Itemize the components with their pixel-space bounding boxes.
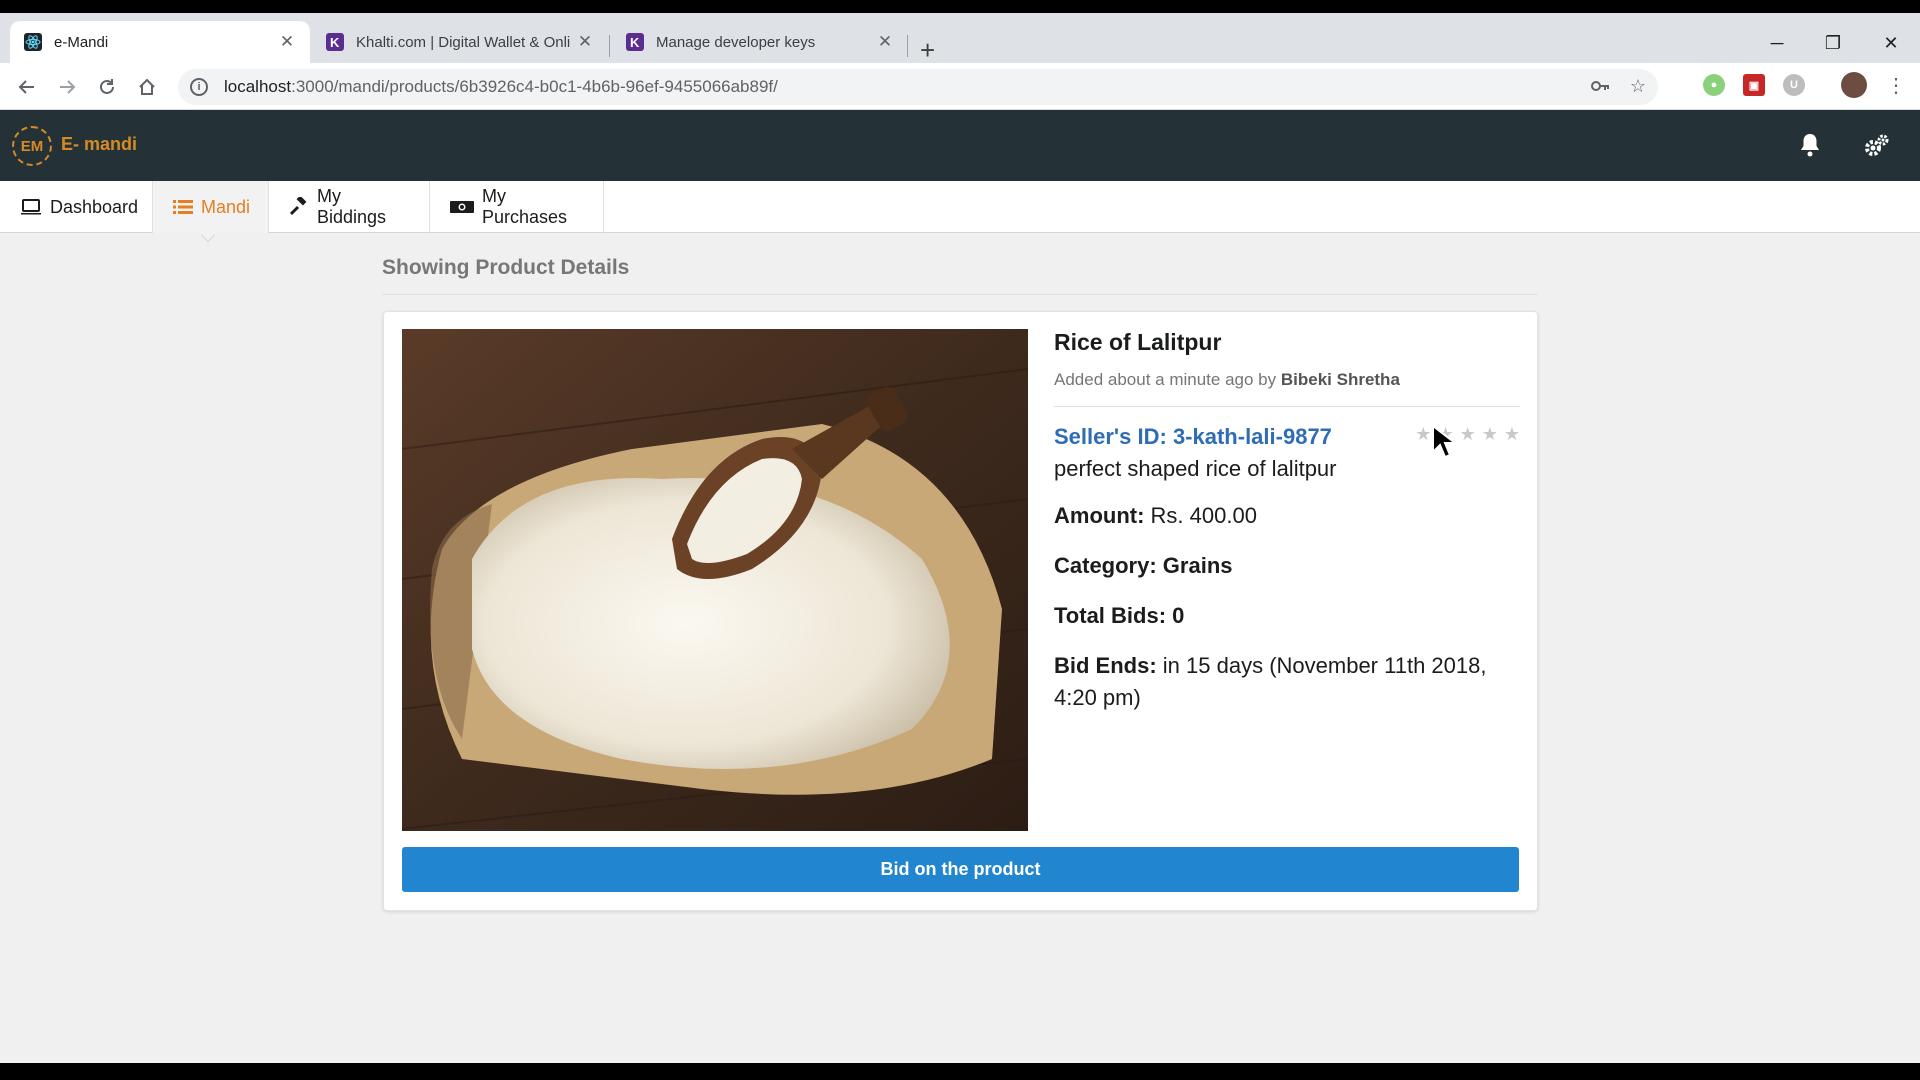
extension-gray-icon[interactable]: U bbox=[1783, 74, 1805, 96]
list-icon bbox=[173, 199, 193, 215]
gavel-icon bbox=[289, 197, 309, 217]
page-title: Showing Product Details bbox=[382, 256, 1538, 295]
tab-khalti[interactable]: K Khalti.com | Digital Wallet & Onli ✕ bbox=[312, 21, 608, 63]
menu-item-mandi[interactable]: Mandi bbox=[153, 181, 269, 233]
url-text: localhost:3000/mandi/products/6b3926c4-b… bbox=[224, 77, 778, 96]
home-button[interactable] bbox=[134, 74, 160, 100]
browser-menu-icon[interactable]: ⋮ bbox=[1886, 73, 1906, 98]
product-added-meta: Added about a minute ago by Bibeki Shret… bbox=[1054, 370, 1400, 389]
menu-item-my-purchases[interactable]: My Purchases bbox=[430, 181, 604, 233]
gears-icon[interactable] bbox=[1863, 132, 1891, 160]
divider bbox=[1054, 406, 1520, 407]
tab-title: Khalti.com | Digital Wallet & Onli bbox=[356, 33, 571, 51]
restore-button[interactable]: ❐ bbox=[1818, 33, 1848, 54]
emandi-logo[interactable]: EM bbox=[12, 126, 52, 166]
minimize-button[interactable]: ─ bbox=[1762, 33, 1792, 54]
product-amount: Amount: Rs. 400.00 bbox=[1054, 503, 1257, 528]
screen-bottom-border bbox=[0, 1063, 1920, 1080]
menu-item-label: My Purchases bbox=[482, 186, 568, 227]
app-viewport: EM E- mandi Dashboard Mandi My Biddings bbox=[0, 110, 1920, 1063]
close-icon[interactable]: ✕ bbox=[278, 32, 296, 52]
laptop-icon bbox=[20, 198, 42, 216]
address-bar[interactable]: i localhost:3000/mandi/products/6b3926c4… bbox=[178, 69, 1658, 105]
menu-item-label: Dashboard bbox=[50, 196, 139, 217]
extension-grammarly-icon[interactable]: ● bbox=[1703, 74, 1725, 96]
tab-separator bbox=[907, 35, 908, 57]
tab-e-mandi[interactable]: e-Mandi ✕ bbox=[10, 21, 310, 63]
app-header: EM E- mandi bbox=[0, 110, 1920, 181]
close-icon[interactable]: ✕ bbox=[876, 32, 894, 52]
bid-on-product-button[interactable]: Bid on the product bbox=[402, 847, 1519, 892]
money-icon bbox=[450, 199, 474, 215]
khalti-icon: K bbox=[326, 33, 344, 51]
home-icon bbox=[139, 78, 155, 95]
reload-button[interactable] bbox=[94, 74, 120, 100]
back-arrow-icon bbox=[18, 80, 34, 94]
profile-avatar[interactable] bbox=[1841, 72, 1867, 98]
menu-item-label: Mandi bbox=[201, 196, 251, 217]
bell-icon[interactable] bbox=[1798, 132, 1822, 158]
product-card: Rice of Lalitpur Added about a minute ag… bbox=[383, 311, 1538, 911]
main-menu: Dashboard Mandi My Biddings My Purchases bbox=[0, 181, 1920, 243]
product-details: Rice of Lalitpur Added about a minute ag… bbox=[1054, 329, 1520, 713]
tab-title: Manage developer keys bbox=[656, 33, 816, 51]
star-icon[interactable]: ★ bbox=[1504, 424, 1520, 445]
close-icon[interactable]: ✕ bbox=[576, 32, 594, 52]
key-icon[interactable] bbox=[1590, 76, 1610, 101]
bookmark-star-icon[interactable]: ☆ bbox=[1630, 76, 1646, 101]
reload-icon bbox=[100, 79, 114, 94]
extension-red-icon[interactable]: ▣ bbox=[1743, 74, 1765, 96]
product-total-bids: Total Bids: 0 bbox=[1054, 602, 1185, 628]
menu-item-label: My Biddings bbox=[317, 186, 387, 227]
star-icon[interactable]: ★ bbox=[1482, 424, 1498, 445]
browser-toolbar: i localhost:3000/mandi/products/6b3926c4… bbox=[0, 63, 1920, 110]
menu-item-dashboard[interactable]: Dashboard bbox=[0, 181, 153, 233]
khalti-icon: K bbox=[626, 33, 644, 51]
back-button[interactable] bbox=[14, 74, 40, 100]
tab-separator bbox=[609, 35, 610, 57]
brand-name[interactable]: E- mandi bbox=[61, 134, 137, 155]
close-window-button[interactable]: ✕ bbox=[1876, 33, 1906, 54]
forward-button[interactable] bbox=[54, 74, 80, 100]
product-category: Category: Grains bbox=[1054, 552, 1233, 578]
star-icon[interactable]: ★ bbox=[1460, 424, 1476, 445]
menu-item-my-biddings[interactable]: My Biddings bbox=[269, 181, 430, 233]
info-icon[interactable]: i bbox=[190, 78, 208, 96]
star-icon[interactable]: ★ bbox=[1415, 424, 1431, 445]
product-title: Rice of Lalitpur bbox=[1054, 329, 1222, 355]
tab-title: e-Mandi bbox=[54, 33, 109, 51]
new-tab-button[interactable]: + bbox=[920, 37, 935, 63]
tab-manage-developer-keys[interactable]: K Manage developer keys ✕ bbox=[612, 21, 908, 63]
forward-arrow-icon bbox=[60, 80, 76, 94]
seller-id-link[interactable]: Seller's ID: 3-kath-lali-9877 bbox=[1054, 424, 1332, 449]
product-image bbox=[402, 329, 1028, 831]
screen-top-border bbox=[0, 0, 1920, 13]
product-bid-ends: Bid Ends: in 15 days (November 11th 2018… bbox=[1054, 652, 1487, 710]
svg-text:K: K bbox=[330, 35, 340, 50]
seller-name: Bibeki Shretha bbox=[1280, 370, 1400, 389]
svg-text:K: K bbox=[630, 35, 640, 50]
react-icon bbox=[24, 33, 42, 51]
browser-tab-bar: e-Mandi ✕ K Khalti.com | Digital Wallet … bbox=[0, 13, 1920, 63]
mouse-cursor-icon bbox=[1432, 424, 1457, 459]
